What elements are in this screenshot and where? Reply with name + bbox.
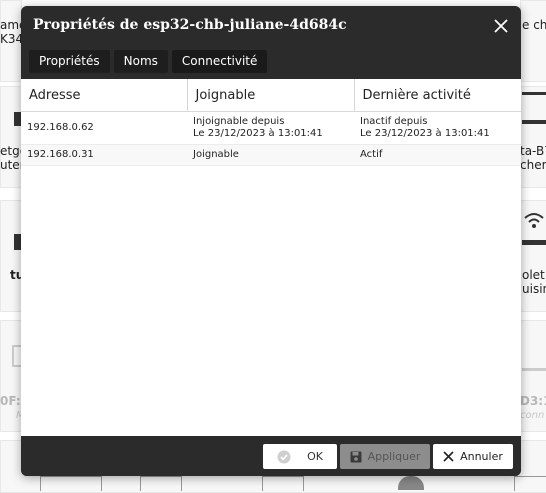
- router-icon: [522, 92, 546, 95]
- device-icon: [140, 476, 182, 491]
- wifi-icon: [522, 210, 546, 232]
- activity-status: Inactif depuis: [360, 116, 428, 127]
- device-name: uisin: [522, 282, 546, 296]
- tab-bar: Propriétés Noms Connectivité: [29, 50, 268, 73]
- cancel-button[interactable]: Annuler: [433, 444, 513, 469]
- device-name: e cha: [522, 18, 546, 32]
- connectivity-panel: Adresse Joignable Dernière activité 192.…: [21, 79, 521, 436]
- device-icon: [522, 368, 546, 371]
- ok-button[interactable]: OK: [263, 444, 337, 469]
- device-mac: D3:1: [520, 394, 546, 408]
- cell-reachable: Injoignable depuis Le 23/12/2023 à 13:01…: [187, 111, 354, 145]
- connectivity-table: Adresse Joignable Dernière activité 192.…: [21, 79, 521, 166]
- device-card[interactable]: [0, 86, 22, 188]
- table-row[interactable]: 192.168.0.31 Joignable Actif: [21, 144, 521, 166]
- router-icon: [522, 120, 546, 124]
- properties-dialog: Propriétés de esp32-chb-juliane-4d684c P…: [21, 6, 521, 476]
- device-card[interactable]: [0, 200, 22, 312]
- apply-label: Appliquer: [367, 450, 421, 463]
- device-name: K34: [0, 32, 24, 46]
- dialog-title: Propriétés de esp32-chb-juliane-4d684c: [33, 17, 347, 33]
- close-icon: [494, 19, 508, 33]
- dialog-footer: OK Appliquer Annuler: [21, 436, 521, 476]
- cell-activity: Inactif depuis Le 23/12/2023 à 13:01:41: [354, 111, 521, 145]
- device-icon: [40, 476, 102, 491]
- column-header-address[interactable]: Adresse: [21, 79, 188, 112]
- router-icon: [522, 240, 546, 245]
- column-header-last-activity[interactable]: Dernière activité: [354, 79, 521, 112]
- device-card[interactable]: [520, 0, 546, 82]
- device-name: olet f: [522, 268, 546, 282]
- tab-names[interactable]: Noms: [113, 50, 168, 73]
- reachable-status: Injoignable depuis: [193, 116, 285, 127]
- device-icon: [514, 476, 546, 491]
- device-status: conn: [520, 410, 545, 421]
- device-card[interactable]: [520, 86, 546, 188]
- device-name: cher: [520, 158, 546, 172]
- reachable-date: Le 23/12/2023 à 13:01:41: [193, 128, 323, 139]
- tab-connectivity[interactable]: Connectivité: [171, 50, 268, 73]
- device-name: ta-B7: [520, 144, 546, 158]
- table-row[interactable]: 192.168.0.62 Injoignable depuis Le 23/12…: [21, 111, 521, 145]
- activity-date: Le 23/12/2023 à 13:01:41: [360, 128, 490, 139]
- save-icon: [350, 451, 362, 462]
- tab-properties[interactable]: Propriétés: [29, 50, 110, 73]
- cell-reachable: Joignable: [187, 144, 354, 166]
- ok-label: OK: [307, 450, 323, 463]
- apply-button[interactable]: Appliquer: [340, 444, 430, 469]
- column-header-reachable[interactable]: Joignable: [187, 79, 355, 112]
- device-icon: [262, 476, 304, 491]
- close-button[interactable]: [491, 16, 511, 36]
- cell-address: 192.168.0.31: [21, 144, 187, 166]
- close-icon: [443, 451, 454, 462]
- check-circle-icon: [277, 450, 291, 463]
- cell-activity: Actif: [354, 144, 521, 166]
- cancel-label: Annuler: [460, 450, 503, 463]
- cell-address: 192.168.0.62: [21, 111, 187, 145]
